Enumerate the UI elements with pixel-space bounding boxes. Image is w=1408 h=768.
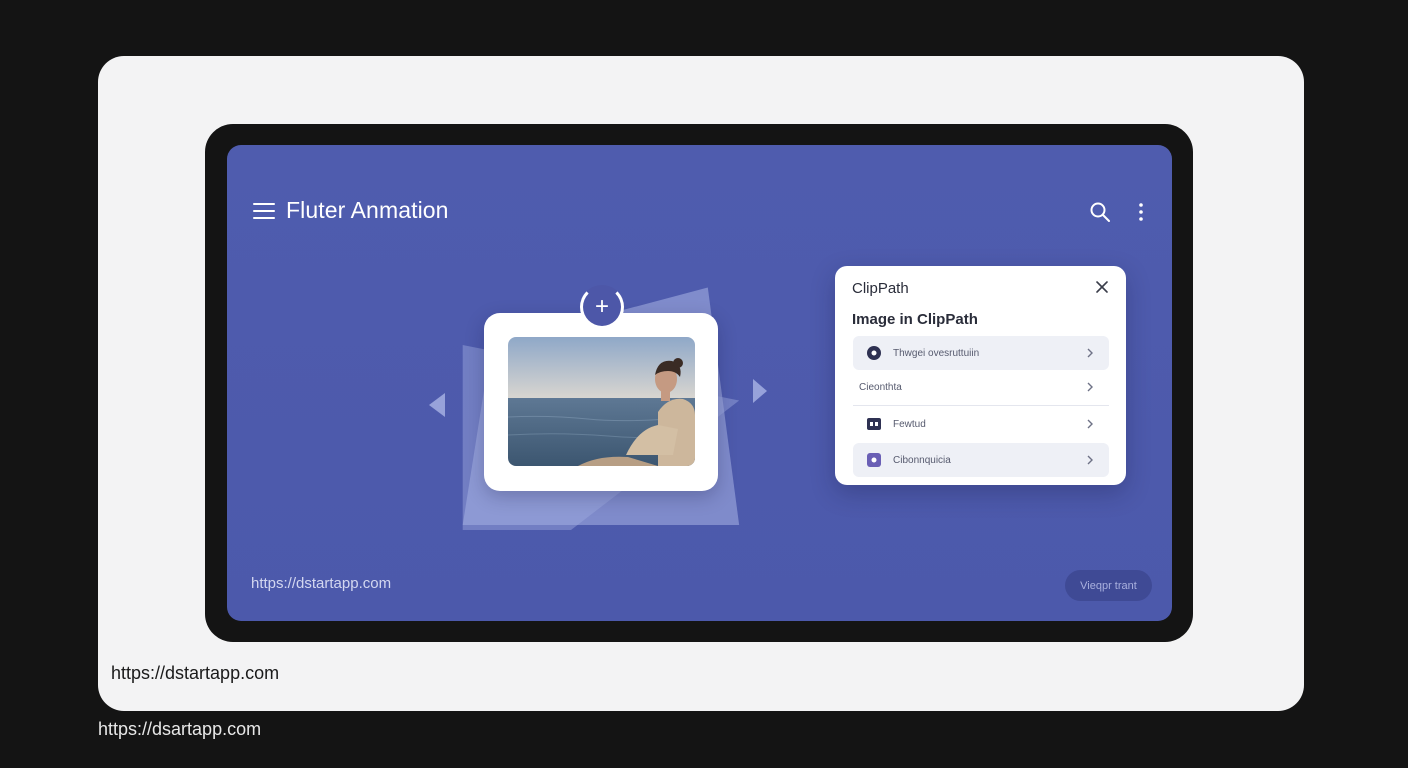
- more-vertical-icon[interactable]: [1131, 201, 1151, 223]
- chevron-right-icon[interactable]: [753, 379, 767, 403]
- chevron-right-icon: [1087, 348, 1093, 358]
- view-button[interactable]: Vieqpr trant: [1065, 570, 1152, 601]
- screen-url-link[interactable]: https://dstartapp.com: [251, 575, 391, 592]
- panel-item-overview[interactable]: Thwgei ovesruttuiin: [853, 336, 1109, 370]
- app-title: Fluter Anmation: [286, 197, 449, 223]
- panel-title: ClipPath: [852, 280, 909, 297]
- panel-item-label: Cibonnquicia: [893, 454, 951, 466]
- panel-subtitle: Image in ClipPath: [852, 311, 978, 328]
- app-screen: Fluter Anmation + ClipPath Image in Clip…: [227, 145, 1172, 621]
- clipped-image: [508, 337, 695, 466]
- panel-item-feature[interactable]: Fewtud: [853, 407, 1109, 441]
- card-icon: [866, 416, 882, 432]
- panel-item-label: Thwgei ovesruttuiin: [893, 347, 980, 359]
- seaside-person-photo: [508, 337, 695, 466]
- chevron-left-icon[interactable]: [429, 393, 445, 417]
- card-url-link[interactable]: https://dstartapp.com: [111, 663, 279, 684]
- chevron-right-icon: [1087, 419, 1093, 429]
- panel-item-label: Cieonthta: [859, 381, 902, 393]
- clipped-image-card[interactable]: [484, 313, 718, 491]
- circle-icon: [866, 345, 882, 361]
- chevron-right-icon: [1087, 455, 1093, 465]
- search-icon[interactable]: [1089, 201, 1111, 223]
- panel-item-content[interactable]: Cieonthta: [853, 370, 1109, 404]
- panel-item-label: Fewtud: [893, 418, 926, 430]
- panel-item-composition[interactable]: Cibonnquicia: [853, 443, 1109, 477]
- hamburger-menu-icon[interactable]: [253, 203, 275, 219]
- square-icon: [866, 452, 882, 468]
- clippath-panel: ClipPath Image in ClipPath Thwgei ovesru…: [835, 266, 1126, 485]
- page-url-link[interactable]: https://dsartapp.com: [98, 719, 261, 740]
- chevron-right-icon: [1087, 382, 1093, 392]
- close-icon[interactable]: [1095, 280, 1109, 294]
- panel-divider: [853, 405, 1109, 406]
- add-button[interactable]: +: [580, 285, 624, 329]
- plus-icon: +: [594, 293, 609, 320]
